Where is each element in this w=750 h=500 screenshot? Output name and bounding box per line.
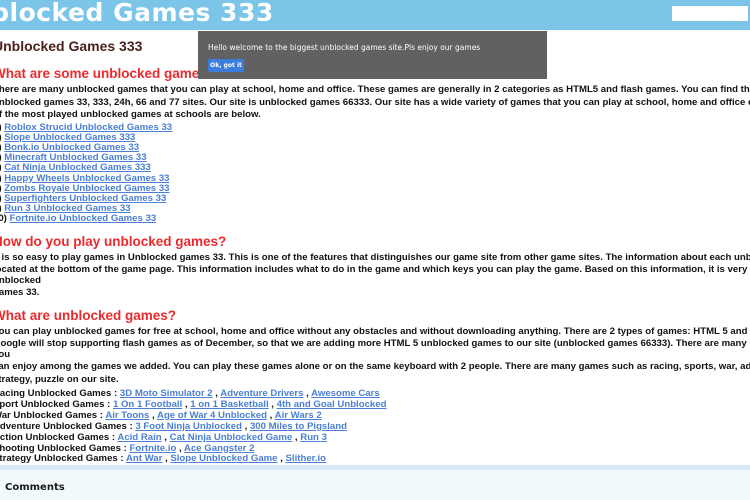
- site-header: Unblocked Games 333: [0, 0, 750, 30]
- category-row: Strategy Unblocked Games : Ant War , Slo…: [0, 454, 750, 464]
- category-label: Shooting Unblocked Games :: [0, 442, 130, 454]
- category-game-link[interactable]: Age of War 4 Unblocked: [157, 410, 267, 421]
- category-game-link[interactable]: Slither.io: [286, 453, 327, 464]
- category-game-link[interactable]: Slope Unblocked Game: [170, 453, 277, 464]
- category-game-link[interactable]: Acid Rain: [117, 432, 161, 443]
- consent-dialog: Hello welcome to the biggest unblocked g…: [198, 31, 547, 79]
- section-paragraph: There are many unblocked games that you …: [0, 84, 750, 95]
- section-how-to-play: How do you play unblocked games? It is s…: [0, 234, 750, 299]
- category-label: Action Unblocked Games :: [0, 431, 118, 443]
- document-body: Unblocked Games 333 What are some unbloc…: [0, 30, 750, 465]
- category-game-link[interactable]: Air Toons: [105, 410, 149, 421]
- comments-section: Comments: [0, 465, 750, 500]
- game-link[interactable]: Fortnite.io Unblocked Games 33: [10, 213, 157, 224]
- category-row: Sport Unblocked Games : 1 On 1 Football …: [0, 398, 750, 410]
- category-game-link[interactable]: Run 3: [300, 432, 327, 443]
- list-item: 10) Fortnite.io Unblocked Games 33: [0, 214, 750, 224]
- category-game-link[interactable]: 1 On 1 Football: [113, 399, 182, 410]
- site-title: Unblocked Games 333: [0, 0, 274, 27]
- section-paragraph: Google will stop supporting flash games …: [0, 338, 750, 360]
- category-row: Adventure Unblocked Games : 3 Foot Ninja…: [0, 420, 750, 432]
- comments-heading: Comments: [5, 482, 65, 493]
- category-label: Sport Unblocked Games :: [0, 398, 113, 410]
- category-game-link[interactable]: Awesome Cars: [311, 388, 380, 399]
- section-heading: What are unblocked games?: [0, 307, 177, 323]
- category-row: Shooting Unblocked Games : Fortnite.io ,…: [0, 442, 750, 454]
- category-label: Strategy Unblocked Games :: [0, 453, 126, 465]
- category-game-link[interactable]: Air Wars 2: [275, 410, 322, 421]
- category-label: Adventure Unblocked Games :: [0, 420, 136, 432]
- link-separator: ,: [161, 431, 170, 443]
- category-game-link[interactable]: 1 on 1 Basketball: [190, 399, 268, 410]
- main-content: Unblocked Games 333 What are some unbloc…: [0, 30, 750, 470]
- category-game-link[interactable]: Ace Gangster 2: [184, 443, 254, 454]
- consent-ok-button[interactable]: Ok, got it: [208, 59, 244, 72]
- link-separator: ,: [176, 442, 185, 454]
- link-separator: ,: [149, 409, 158, 421]
- link-separator: ,: [241, 420, 250, 432]
- search-input[interactable]: [672, 6, 748, 21]
- category-row: Racing Unblocked Games : 3D Moto Simulat…: [0, 388, 750, 400]
- browser-viewport: Unblocked Games 333 Unblocked Games 333 …: [0, 0, 750, 500]
- category-game-link[interactable]: Fortnite.io: [129, 443, 176, 454]
- category-game-link[interactable]: 4th and Goal Unblocked: [277, 399, 387, 410]
- category-game-link[interactable]: Ant War: [126, 453, 162, 464]
- category-game-link[interactable]: 3D Moto Simulator 2: [120, 388, 213, 399]
- popular-games-list: 1) Roblox Strucid Unblocked Games 332) S…: [0, 122, 750, 225]
- category-game-link[interactable]: Adventure Drivers: [220, 388, 303, 399]
- section-paragraph: strategy, puzzle on our site.: [0, 373, 119, 385]
- section-paragraph: games 33.: [0, 287, 40, 299]
- category-row: War Unblocked Games : Air Toons , Age of…: [0, 409, 750, 421]
- section-paragraph: located at the bottom of the game page. …: [0, 264, 750, 286]
- list-item-number: 10): [0, 213, 7, 225]
- link-separator: ,: [303, 388, 312, 400]
- section-heading: How do you play unblocked games?: [0, 233, 227, 249]
- section-paragraph: can enjoy among the games we added. You …: [0, 361, 750, 373]
- section-what-are-unblocked-games: What are unblocked games? You can play u…: [0, 308, 750, 386]
- section-paragraph: unblocked games 33, 333, 24h, 66 and 77 …: [0, 96, 750, 108]
- category-row: Action Unblocked Games : Acid Rain , Cat…: [0, 431, 750, 443]
- section-unblocked-games-at-school: What are some unblocked games at school …: [0, 66, 750, 225]
- consent-message: Hello welcome to the biggest unblocked g…: [208, 43, 481, 52]
- category-game-link[interactable]: 3 Foot Ninja Unblocked: [135, 421, 242, 432]
- category-links-block: Racing Unblocked Games : 3D Moto Simulat…: [0, 388, 750, 465]
- category-game-link[interactable]: 300 Miles to Pigsland: [250, 421, 347, 432]
- link-separator: ,: [267, 409, 275, 421]
- section-paragraph: It is so easy to play games in Unblocked…: [0, 251, 750, 263]
- link-separator: ,: [268, 398, 277, 410]
- section-paragraph: of the most played unblocked games at sc…: [0, 109, 261, 120]
- section-paragraph: You can play unblocked games for free at…: [0, 325, 750, 337]
- category-game-link[interactable]: Cat Ninja Unblocked Game: [170, 432, 293, 443]
- category-label: War Unblocked Games :: [0, 409, 106, 421]
- category-label: Racing Unblocked Games :: [0, 388, 120, 400]
- link-separator: ,: [277, 453, 286, 465]
